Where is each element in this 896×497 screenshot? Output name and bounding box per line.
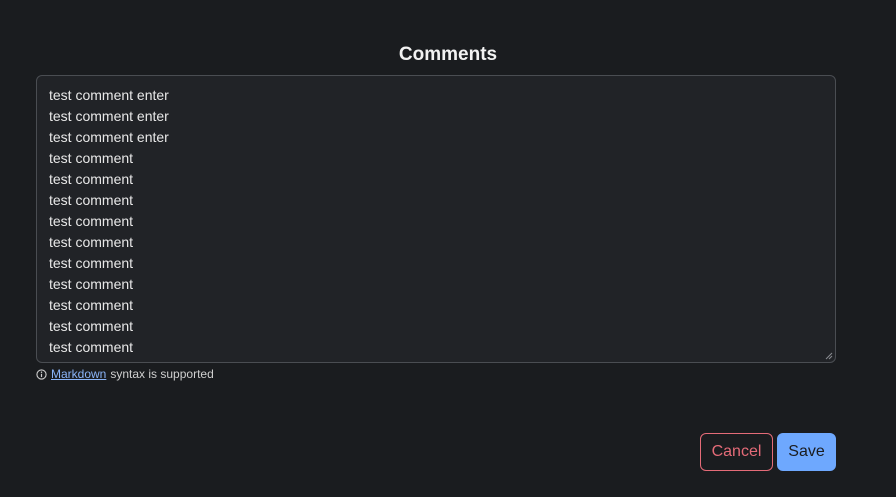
comment-line: test comment [49,276,134,292]
comment-textarea[interactable]: test comment enter test comment enter test… [36,75,836,363]
comment-line: test comment [49,297,134,313]
comment-line: test comment enter [49,129,169,145]
comment-line: test comment [49,255,134,271]
comment-line: test comment [49,213,134,229]
comments-title: Comments [398,44,498,65]
save-button[interactable]: Save [777,433,836,471]
markdown-link[interactable]: Markdown [51,367,106,381]
comment-line: test comment [49,234,134,250]
comment-line: test comment [49,318,134,334]
markdown-hint: Markdown syntax is supported [36,367,214,381]
cancel-button[interactable]: Cancel [700,433,773,471]
markdown-hint-text: syntax is supported [110,367,214,381]
comment-line: test comment [49,171,134,187]
info-circle-icon [36,368,47,380]
resize-handle-icon[interactable] [824,351,833,360]
comments-panel: Comments test comment enter test comment … [0,0,896,497]
comment-line: test comment enter [49,108,169,124]
comment-line: test comment [49,339,134,355]
comment-line: test comment enter [49,87,169,103]
comment-line: test comment [49,192,134,208]
comment-text-lines: test comment enter test comment enter test… [49,85,823,358]
comment-line: test comment [49,150,134,166]
